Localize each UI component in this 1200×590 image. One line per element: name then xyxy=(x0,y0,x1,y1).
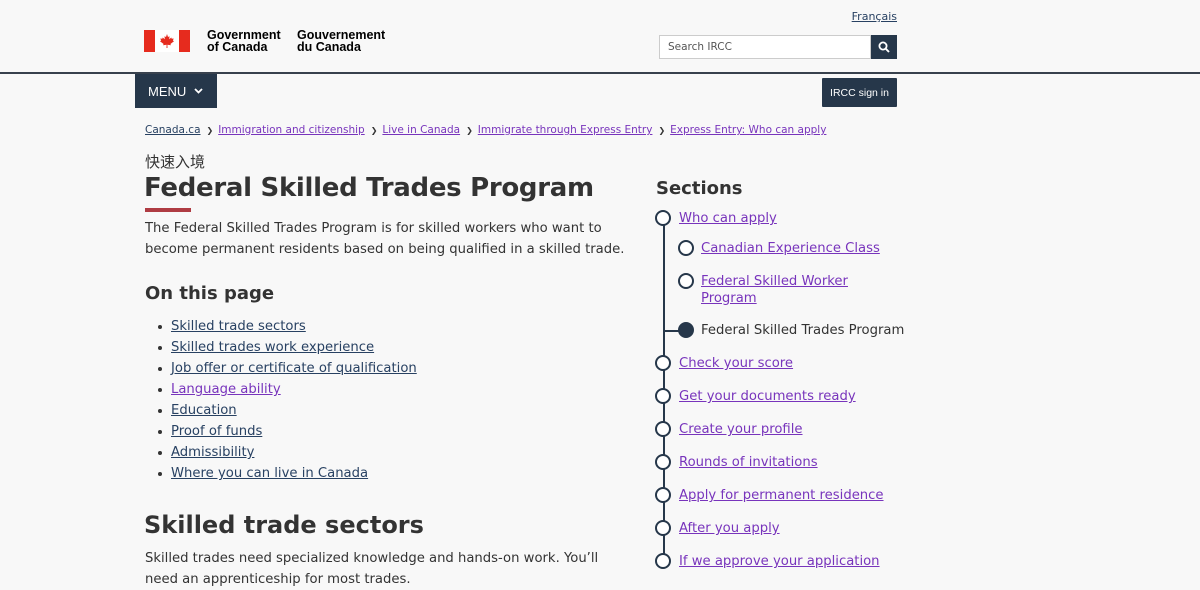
step-node-icon xyxy=(655,355,671,371)
section-link[interactable]: Check your score xyxy=(679,356,793,371)
section-link[interactable]: Rounds of invitations xyxy=(679,455,818,470)
section-link[interactable]: Canadian Experience Class xyxy=(701,241,880,256)
list-item: Proof of funds xyxy=(158,421,417,442)
section-item-cec: Canadian Experience Class xyxy=(701,240,880,257)
current-step-node-icon xyxy=(678,322,694,338)
chevron-right-icon: ❯ xyxy=(370,125,378,135)
list-item: Admissibility xyxy=(158,442,417,463)
menu-label: MENU xyxy=(148,83,187,99)
on-this-page-heading: On this page xyxy=(145,283,275,304)
section-item-documents: Get your documents ready xyxy=(679,388,856,405)
section-item-apply-pr: Apply for permanent residence xyxy=(679,487,884,504)
wordmark-french: Gouvernement du Canada xyxy=(297,28,386,54)
wordmark-english: Government of Canada xyxy=(207,28,281,54)
section-body-text: Skilled trades need specialized knowledg… xyxy=(145,551,599,587)
list-item: Job offer or certificate of qualificatio… xyxy=(158,358,417,379)
section-link[interactable]: Create your profile xyxy=(679,422,803,437)
list-item: Where you can live in Canada xyxy=(158,463,417,484)
breadcrumb: Canada.ca ❯ Immigration and citizenship … xyxy=(145,124,826,136)
search-form: Search IRCC xyxy=(659,35,897,59)
breadcrumb-live-in-canada[interactable]: Live in Canada xyxy=(382,124,460,136)
step-node-icon xyxy=(655,454,671,470)
section-link[interactable]: Federal Skilled Worker Program xyxy=(701,274,848,306)
chevron-down-icon xyxy=(194,88,203,94)
intro-text: The Federal Skilled Trades Program is fo… xyxy=(145,221,625,257)
toc-link-education[interactable]: Education xyxy=(171,403,237,418)
step-node-icon xyxy=(655,520,671,536)
section-link[interactable]: Apply for permanent residence xyxy=(679,488,884,503)
substep-node-icon xyxy=(678,273,694,289)
section-heading: Skilled trade sectors xyxy=(144,511,424,539)
list-item: Education xyxy=(158,400,417,421)
government-of-canada-signature[interactable]: Government of Canada Gouvernement du Can… xyxy=(144,29,385,53)
list-item: Language ability xyxy=(158,379,417,400)
list-item: Skilled trade sectors xyxy=(158,316,417,337)
list-item: Skilled trades work experience xyxy=(158,337,417,358)
section-item-approved: If we approve your application xyxy=(679,553,880,570)
toc-link-work-experience[interactable]: Skilled trades work experience xyxy=(171,340,374,355)
toc-link-job-offer[interactable]: Job offer or certificate of qualificatio… xyxy=(171,361,417,376)
section-link[interactable]: If we approve your application xyxy=(679,554,880,569)
section-link[interactable]: Who can apply xyxy=(679,211,777,226)
site-header: Français Government of Canada Gouverneme… xyxy=(0,0,1200,74)
section-item-who-can-apply: Who can apply xyxy=(679,210,777,227)
section-item-after-apply: After you apply xyxy=(679,520,780,537)
language-toggle-link[interactable]: Français xyxy=(852,10,897,23)
section-item-create-profile: Create your profile xyxy=(679,421,803,438)
menu-button[interactable]: MENU xyxy=(135,74,217,108)
step-node-icon xyxy=(655,388,671,404)
search-input[interactable]: Search IRCC xyxy=(659,35,871,59)
substep-node-icon xyxy=(678,240,694,256)
search-icon xyxy=(878,41,890,53)
section-link[interactable]: After you apply xyxy=(679,521,780,536)
language-label: 快速入境 xyxy=(145,153,206,171)
breadcrumb-express-entry[interactable]: Immigrate through Express Entry xyxy=(478,124,653,136)
section-item-fstp-current: Federal Skilled Trades Program xyxy=(701,323,905,338)
section-item-rounds: Rounds of invitations xyxy=(679,454,818,471)
title-underline xyxy=(145,208,191,212)
search-button[interactable] xyxy=(871,35,897,59)
toc-link-proof-of-funds[interactable]: Proof of funds xyxy=(171,424,262,439)
section-link[interactable]: Get your documents ready xyxy=(679,389,856,404)
toc-link-skilled-trade-sectors[interactable]: Skilled trade sectors xyxy=(171,319,306,334)
step-node-icon xyxy=(655,553,671,569)
page-title: Federal Skilled Trades Program xyxy=(144,173,594,203)
on-this-page-list: Skilled trade sectors Skilled trades wor… xyxy=(158,316,417,484)
toc-link-language-ability[interactable]: Language ability xyxy=(171,382,281,397)
ircc-sign-in-button[interactable]: IRCC sign in xyxy=(822,78,897,107)
step-node-icon xyxy=(655,210,671,226)
chevron-right-icon: ❯ xyxy=(658,125,666,135)
sections-heading: Sections xyxy=(656,178,743,199)
breadcrumb-immigration[interactable]: Immigration and citizenship xyxy=(218,124,365,136)
toc-link-where-you-can-live[interactable]: Where you can live in Canada xyxy=(171,466,368,481)
toc-link-admissibility[interactable]: Admissibility xyxy=(171,445,254,460)
breadcrumb-who-can-apply[interactable]: Express Entry: Who can apply xyxy=(670,124,826,136)
section-item-check-score: Check your score xyxy=(679,355,793,372)
step-node-icon xyxy=(655,487,671,503)
chevron-right-icon: ❯ xyxy=(466,125,473,135)
canada-flag-icon xyxy=(144,30,190,52)
section-item-fswp: Federal Skilled Worker Program xyxy=(701,273,891,307)
breadcrumb-canada-ca[interactable]: Canada.ca xyxy=(145,124,201,136)
step-node-icon xyxy=(655,421,671,437)
chevron-right-icon: ❯ xyxy=(206,125,214,135)
